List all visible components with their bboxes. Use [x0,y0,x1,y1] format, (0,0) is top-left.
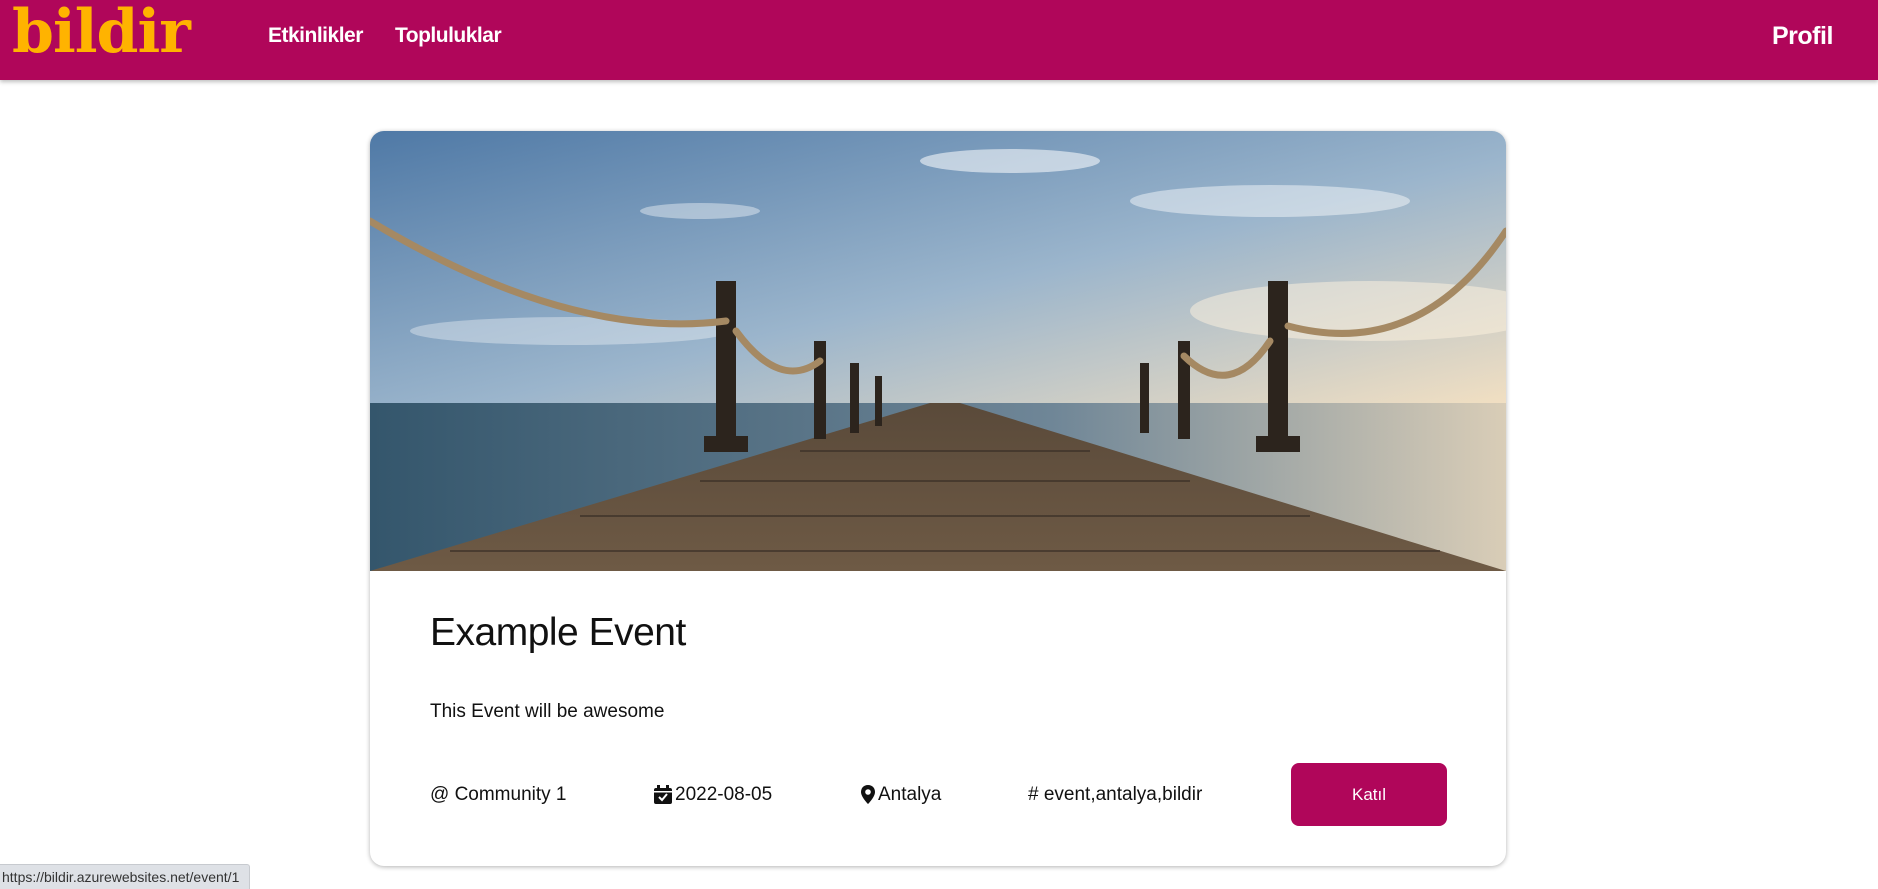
event-date: 2022-08-05 [653,784,772,806]
calendar-check-icon [653,785,675,805]
event-description: This Event will be awesome [430,701,665,722]
event-location: Antalya [860,784,941,806]
nav-link-etkinlikler[interactable]: Etkinlikler [268,24,363,48]
status-bar-url: https://bildir.azurewebsites.net/event/1 [0,864,251,889]
nav-link-topluluklar[interactable]: Topluluklar [395,24,502,48]
logo[interactable]: bildir [12,0,191,68]
event-cover-image [370,131,1506,571]
map-pin-icon [860,785,878,805]
join-button[interactable]: Katıl [1291,763,1447,826]
event-tags-label: # event,antalya,bildir [1028,784,1203,805]
event-title: Example Event [430,611,686,654]
event-card: Example Event This Event will be awesome… [370,131,1506,866]
event-community[interactable]: @ Community 1 [430,784,567,806]
event-location-label: Antalya [878,784,942,805]
nav-link-profile[interactable]: Profil [1772,22,1833,51]
event-tags: # event,antalya,bildir [1028,784,1202,806]
event-community-label: @ Community 1 [430,784,567,805]
navbar: bildir Etkinlikler Topluluklar Profil [0,0,1878,80]
event-date-label: 2022-08-05 [675,784,773,805]
